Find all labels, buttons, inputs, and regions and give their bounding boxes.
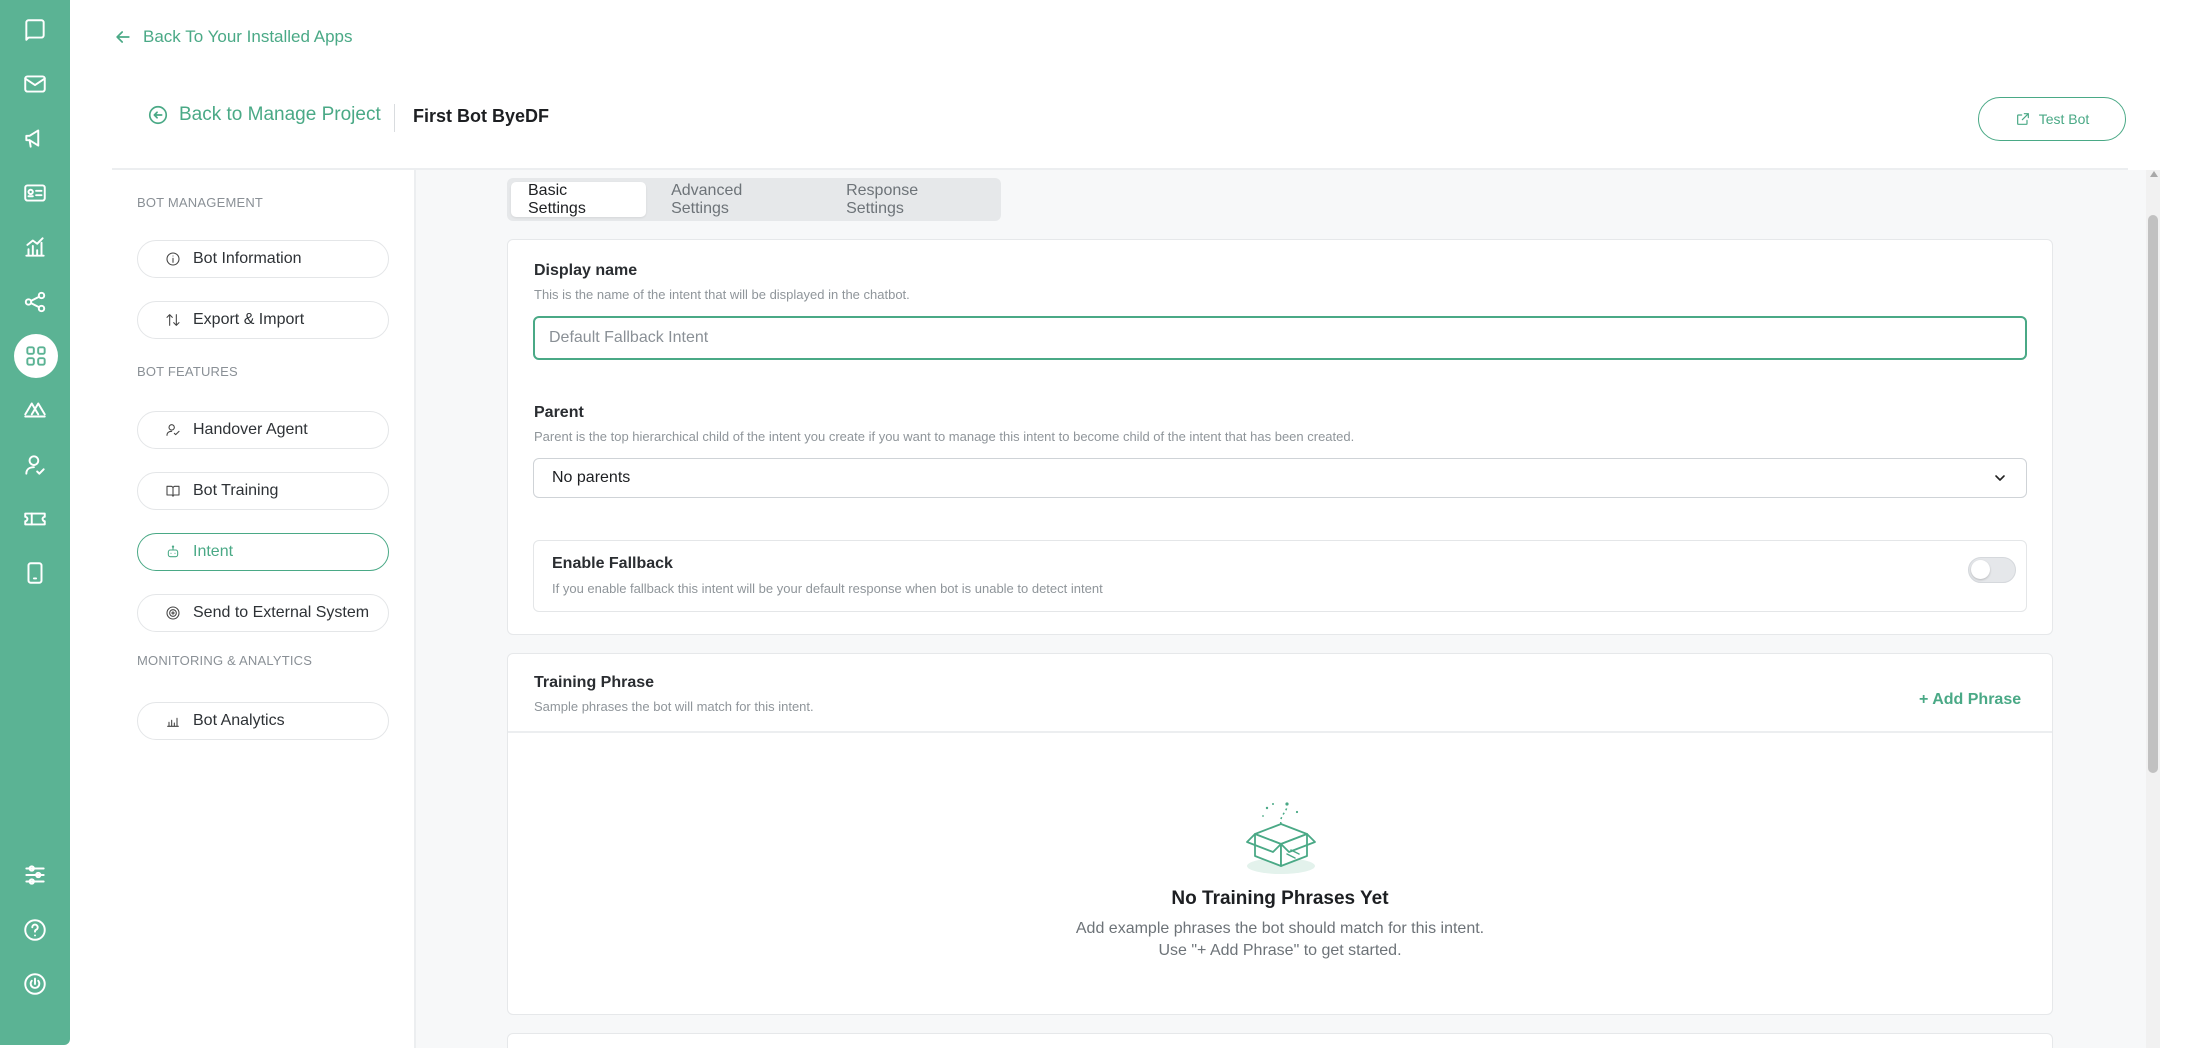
tab-advanced-settings[interactable]: Advanced Settings: [654, 182, 821, 217]
left-rail: [0, 0, 70, 1045]
display-name-label: Display name: [534, 262, 638, 279]
chevron-down-icon: [1995, 475, 2005, 481]
chart-icon: [167, 717, 179, 727]
basic-settings-card: Display name This is the name of the int…: [507, 239, 2053, 635]
training-phrase-subtitle: Sample phrases the bot will match for th…: [534, 699, 814, 714]
test-bot-label: Test Bot: [2038, 111, 2090, 127]
sliders-icon[interactable]: [19, 859, 51, 891]
intent-editor: Basic Settings Advanced Settings Respons…: [416, 170, 2151, 1048]
ticket-icon[interactable]: [19, 503, 51, 535]
sidebar-item-label: Bot Analytics: [193, 712, 285, 729]
enable-fallback-toggle[interactable]: [1968, 557, 2016, 583]
settings-tabs: Basic Settings Advanced Settings Respons…: [507, 178, 1001, 221]
analytics-icon[interactable]: [19, 231, 51, 263]
contact-card-icon[interactable]: [19, 177, 51, 209]
empty-state-line-2: Use "+ Add Phrase" to get started.: [1158, 942, 1402, 959]
target-icon: [166, 606, 180, 620]
agent-icon[interactable]: [19, 449, 51, 481]
sidebar-item-label: Export & Import: [193, 311, 305, 328]
swap-arrows-icon: [166, 314, 180, 326]
tab-response-settings[interactable]: Response Settings: [829, 182, 997, 217]
sidebar-item-bot-training[interactable]: Bot Training: [137, 472, 389, 510]
tab-basic-settings[interactable]: Basic Settings: [511, 182, 647, 217]
share-nodes-icon[interactable]: [19, 286, 51, 318]
sidebar-item-label: Intent: [193, 543, 234, 560]
sidebar-item-send-to-external-system[interactable]: Send to External System: [137, 594, 389, 632]
robot-icon: [167, 545, 179, 558]
parent-label: Parent: [534, 404, 584, 421]
sidebar-item-handover-agent[interactable]: Handover Agent: [137, 411, 389, 449]
power-icon[interactable]: [19, 968, 51, 1000]
help-icon[interactable]: [19, 914, 51, 946]
enable-fallback-title: Enable Fallback: [552, 555, 673, 572]
test-bot-button[interactable]: Test Bot: [1978, 97, 2126, 141]
back-to-manage-project-label: Back to Manage Project: [179, 104, 381, 125]
chat-icon[interactable]: [19, 14, 51, 46]
empty-state-title: No Training Phrases Yet: [1171, 888, 1389, 909]
display-name-input[interactable]: [533, 316, 2027, 360]
mail-icon[interactable]: [19, 68, 51, 100]
empty-state-line-1: Add example phrases the bot should match…: [1075, 920, 1485, 937]
project-title: First Bot ByeDF: [413, 106, 550, 126]
card-divider: [508, 731, 2052, 733]
info-icon: [166, 252, 180, 266]
sidebar-item-label: Send to External System: [193, 604, 370, 621]
header-divider: [394, 104, 395, 132]
toggle-knob: [1971, 560, 1990, 579]
scrollbar-thumb[interactable]: [2148, 215, 2158, 773]
add-phrase-button[interactable]: + Add Phrase: [1919, 691, 2021, 709]
next-card: [507, 1033, 2053, 1048]
parent-selected-value: No parents: [552, 469, 631, 486]
sidebar-item-label: Bot Training: [193, 482, 279, 499]
sidebar-item-label: Bot Information: [193, 250, 302, 267]
book-icon: [166, 485, 180, 497]
parent-select[interactable]: No parents: [533, 458, 2027, 498]
sidebar-item-label: Handover Agent: [193, 421, 308, 438]
project-header: Back to Manage Project First Bot ByeDF T…: [112, 0, 2128, 170]
training-phrase-card: Training Phrase Sample phrases the bot w…: [507, 653, 2053, 1015]
user-check-icon: [166, 424, 180, 436]
training-phrase-title: Training Phrase: [534, 674, 655, 691]
enable-fallback-description: If you enable fallback this intent will …: [552, 581, 1103, 596]
empty-box-icon: [1246, 802, 1316, 874]
apps-grid-icon[interactable]: [14, 334, 58, 378]
scroll-up-arrow-icon[interactable]: [2150, 171, 2158, 177]
external-link-icon: [2016, 113, 2029, 125]
sidebar-item-bot-analytics[interactable]: Bot Analytics: [137, 702, 389, 740]
sidebar-item-intent[interactable]: Intent: [137, 533, 389, 571]
section-bot-features: BOT FEATURES: [137, 364, 238, 379]
tablet-icon[interactable]: [19, 557, 51, 589]
enable-fallback-box: Enable Fallback If you enable fallback t…: [533, 540, 2027, 612]
section-monitoring-analytics: MONITORING & ANALYTICS: [137, 653, 313, 668]
sidebar-item-export-import[interactable]: Export & Import: [137, 301, 389, 339]
section-bot-management: BOT MANAGEMENT: [137, 195, 264, 210]
circle-arrow-left-icon: [148, 105, 168, 125]
bot-sidebar: BOT MANAGEMENT Bot Information Export & …: [112, 170, 416, 1048]
megaphone-icon[interactable]: [19, 122, 51, 154]
parent-help: Parent is the top hierarchical child of …: [534, 429, 1355, 444]
integration-icon[interactable]: [19, 394, 51, 426]
display-name-help: This is the name of the intent that will…: [534, 287, 910, 302]
back-to-manage-project-link[interactable]: Back to Manage Project: [147, 104, 381, 126]
sidebar-item-bot-information[interactable]: Bot Information: [137, 240, 389, 278]
